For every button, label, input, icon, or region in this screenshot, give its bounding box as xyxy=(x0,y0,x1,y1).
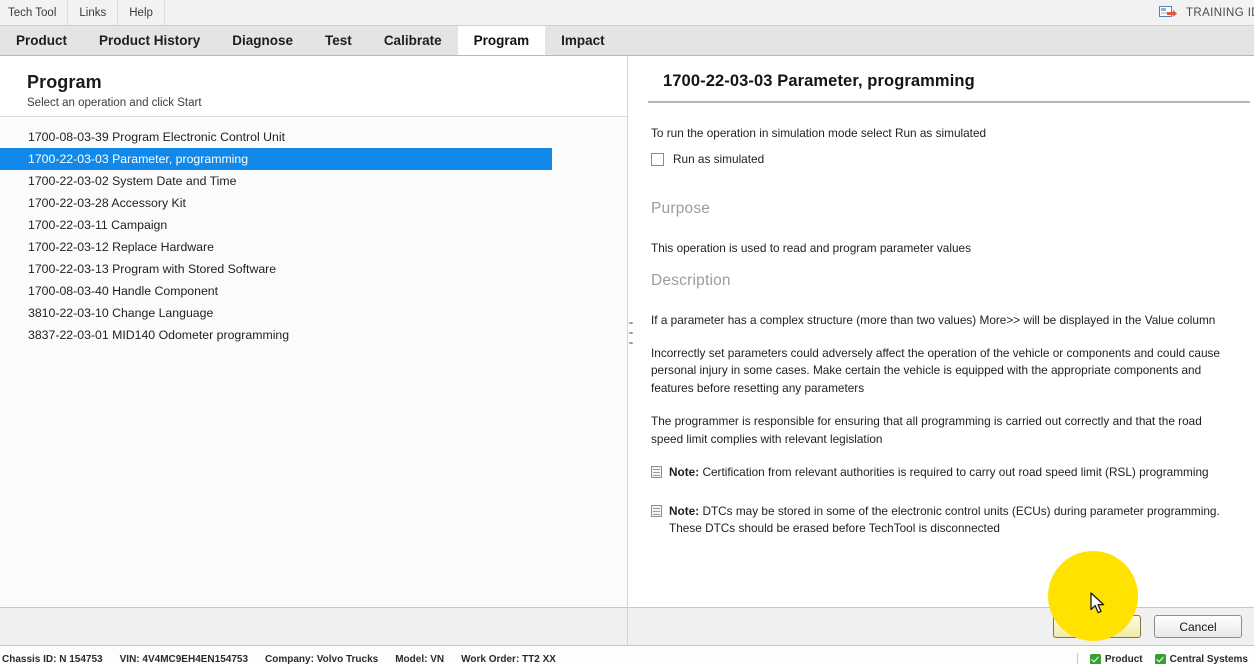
menu-item-links[interactable]: Links xyxy=(68,0,119,25)
green-check-icon xyxy=(1154,653,1166,664)
operation-details-content: To run the operation in simulation mode … xyxy=(634,103,1254,607)
list-item[interactable]: 1700-22-03-12 Replace Hardware xyxy=(0,236,627,258)
description-paragraph-1: If a parameter has a complex structure (… xyxy=(651,312,1216,327)
connection-central-systems-label: Central Systems xyxy=(1169,653,1248,664)
tab-product-history[interactable]: Product History xyxy=(83,26,216,55)
list-item[interactable]: 1700-22-03-13 Program with Stored Softwa… xyxy=(0,258,627,280)
tab-test[interactable]: Test xyxy=(309,26,368,55)
vin: VIN: 4V4MC9EH4EN154753 xyxy=(119,653,249,664)
cancel-button[interactable]: Cancel xyxy=(1154,615,1242,638)
company: Company: Volvo Trucks xyxy=(265,653,379,664)
note-prefix: Note: xyxy=(669,504,700,519)
page-subtitle: Select an operation and click Start xyxy=(27,97,202,109)
tab-product[interactable]: Product xyxy=(0,26,83,55)
action-buttons: Start> Cancel xyxy=(628,607,1254,646)
list-item[interactable]: 1700-22-03-28 Accessory Kit xyxy=(0,192,627,214)
menu-bar: Tech Tool Links Help TRAINING ID xyxy=(0,0,1254,26)
application-window: Tech Tool Links Help TRAINING ID Product… xyxy=(0,0,1254,664)
description-paragraph-3: The programmer is responsible for ensuri… xyxy=(651,414,1202,446)
note-item: Note: DTCs may be stored in some of the … xyxy=(651,503,1224,537)
operation-details-panel: 1700-22-03-03 Parameter, programming To … xyxy=(634,56,1254,607)
note-text-content: DTCs may be stored in some of the electr… xyxy=(669,504,1220,536)
list-item-selected[interactable]: 1700-22-03-03 Parameter, programming xyxy=(0,148,552,170)
note-body: Note: DTCs may be stored in some of the … xyxy=(669,503,1224,537)
simulation-instruction: To run the operation in simulation mode … xyxy=(651,126,987,140)
tab-program[interactable]: Program xyxy=(457,26,546,55)
connection-product-label: Product xyxy=(1104,653,1143,664)
tab-diagnose[interactable]: Diagnose xyxy=(216,26,309,55)
purpose-text: This operation is used to read and progr… xyxy=(651,240,972,255)
note-text-content: Certification from relevant authorities … xyxy=(702,465,1209,480)
menu-bar-items: Tech Tool Links Help xyxy=(0,0,165,25)
green-check-icon xyxy=(1089,653,1101,664)
page-title: Program xyxy=(27,72,102,92)
operation-title: 1700-22-03-03 Parameter, programming xyxy=(663,72,975,90)
list-item[interactable]: 1700-22-03-02 System Date and Time xyxy=(0,170,627,192)
status-divider xyxy=(1076,653,1078,664)
purpose-heading: Purpose xyxy=(651,200,711,218)
note-document-icon xyxy=(651,466,662,479)
operation-details-header: 1700-22-03-03 Parameter, programming xyxy=(648,56,1250,103)
operations-list[interactable]: 1700-08-03-39 Program Electronic Control… xyxy=(0,117,627,607)
menu-item-help[interactable]: Help xyxy=(118,0,165,25)
connection-central-systems: Central Systems xyxy=(1154,653,1248,664)
note-document-icon xyxy=(651,505,662,518)
action-bar: Start> Cancel xyxy=(0,607,1254,646)
operations-panel-header: Program Select an operation and click St… xyxy=(0,56,627,117)
action-bar-left-spacer xyxy=(0,607,628,646)
operations-panel: Program Select an operation and click St… xyxy=(0,56,628,607)
list-item[interactable]: 1700-08-03-39 Program Electronic Control… xyxy=(0,126,627,148)
note-item: Note: Certification from relevant author… xyxy=(651,464,1224,481)
run-as-simulated-label[interactable]: Run as simulated xyxy=(673,151,764,168)
connection-status: Product Central Systems xyxy=(1076,653,1250,664)
description-paragraph-2: Incorrectly set parameters could adverse… xyxy=(651,346,1220,395)
list-item[interactable]: 3810-22-03-10 Change Language xyxy=(0,302,627,324)
training-card-icon xyxy=(1158,5,1177,20)
note-body: Note: Certification from relevant author… xyxy=(669,464,1209,481)
work-order: Work Order: TT2 XX xyxy=(461,653,556,664)
vehicle-info: Chassis ID: N 154753 VIN: 4V4MC9EH4EN154… xyxy=(2,654,556,664)
splitter-grip-icon[interactable] xyxy=(629,322,633,344)
list-item[interactable]: 1700-22-03-11 Campaign xyxy=(0,214,627,236)
menu-item-tech-tool[interactable]: Tech Tool xyxy=(0,0,69,25)
status-bar: Chassis ID: N 154753 VIN: 4V4MC9EH4EN154… xyxy=(0,646,1254,664)
list-item[interactable]: 3837-22-03-01 MID140 Odometer programmin… xyxy=(0,324,627,346)
list-item[interactable]: 1700-08-03-40 Handle Component xyxy=(0,280,627,302)
chassis-id: Chassis ID: N 154753 xyxy=(2,653,103,664)
tab-calibrate[interactable]: Calibrate xyxy=(368,26,458,55)
run-as-simulated-checkbox[interactable] xyxy=(651,153,664,167)
connection-product: Product xyxy=(1089,653,1143,664)
note-prefix: Note: xyxy=(669,465,700,480)
training-id-label: TRAINING ID xyxy=(1185,6,1254,19)
model: Model: VN xyxy=(395,653,445,664)
tab-impact[interactable]: Impact xyxy=(545,26,621,55)
main-tab-bar: Product Product History Diagnose Test Ca… xyxy=(0,26,1254,56)
content-area: Program Select an operation and click St… xyxy=(0,56,1254,607)
run-as-simulated-row[interactable]: Run as simulated xyxy=(651,151,1224,168)
training-status: TRAINING ID xyxy=(1158,0,1254,25)
description-heading: Description xyxy=(651,272,731,290)
start-button[interactable]: Start> xyxy=(1053,615,1141,638)
